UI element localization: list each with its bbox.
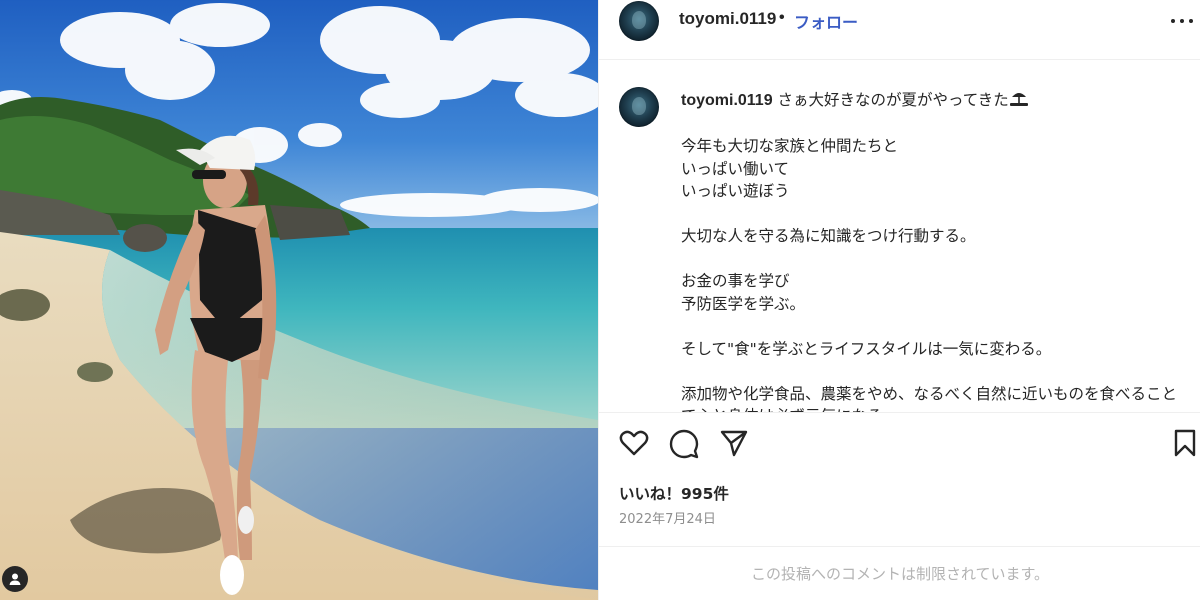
avatar[interactable] bbox=[619, 1, 659, 41]
caption-line: 今年も大切な家族と仲間たちと bbox=[681, 137, 899, 155]
username-link[interactable]: toyomi.0119 bbox=[679, 9, 776, 29]
caption-area: toyomi.0119 さぁ大好きなのが夏がやってきた 今年も大切な家族と仲間た… bbox=[599, 61, 1200, 412]
post-header: toyomi.0119 • フォロー bbox=[599, 0, 1200, 60]
caption-first-line: toyomi.0119 さぁ大好きなのが夏がやってきた bbox=[681, 89, 1191, 113]
follow-button[interactable]: フォロー bbox=[794, 9, 858, 33]
separator-dot: • bbox=[779, 9, 785, 26]
post-date[interactable]: 2022年7月24日 bbox=[619, 508, 716, 527]
caption-avatar[interactable] bbox=[619, 87, 659, 127]
caption-line: いっぱい働いて bbox=[681, 159, 790, 178]
bookmark-icon[interactable] bbox=[1173, 429, 1197, 457]
caption-line: 大切な人を守る為に知識をつけ行動する。 bbox=[681, 227, 976, 245]
post-sidebar: toyomi.0119 • フォロー toyomi.0119 さぁ大好きなのが夏… bbox=[598, 0, 1200, 600]
user-tag-button[interactable] bbox=[2, 566, 28, 592]
user-tag-icon bbox=[9, 573, 21, 585]
caption-line: 添加物や化学食品、農薬をやめ、なるべく自然に近いものを食べることで心と身体は必ず… bbox=[681, 384, 1178, 413]
comments-restricted-notice: この投稿へのコメントは制限されています。 bbox=[599, 546, 1200, 600]
post-photo[interactable] bbox=[0, 0, 598, 600]
beach-photo-illustration bbox=[0, 0, 598, 600]
share-icon[interactable] bbox=[719, 429, 749, 457]
comment-icon[interactable] bbox=[669, 429, 699, 459]
more-icon-dot bbox=[1180, 19, 1184, 23]
caption-line: いっぱい遊ぼう bbox=[681, 182, 790, 200]
caption-first-line-text: さぁ大好きなのが夏がやってきた bbox=[772, 91, 1009, 109]
caption-line: そして"食"を学ぶとライフスタイルは一気に変わる。 bbox=[681, 339, 1052, 358]
caption: toyomi.0119 さぁ大好きなのが夏がやってきた 今年も大切な家族と仲間た… bbox=[681, 89, 1191, 412]
more-icon-dot bbox=[1189, 19, 1193, 23]
beach-umbrella-icon bbox=[1009, 93, 1028, 106]
action-bar bbox=[599, 412, 1200, 472]
caption-line: お金の事を学び bbox=[681, 272, 790, 290]
caption-username[interactable]: toyomi.0119 bbox=[681, 92, 773, 109]
heart-icon[interactable] bbox=[619, 429, 649, 457]
more-icon bbox=[1171, 19, 1175, 23]
caption-line: 予防医学を学ぶ。 bbox=[681, 294, 806, 313]
more-options-button[interactable] bbox=[1171, 14, 1193, 28]
likes-count[interactable]: いいね！995件 bbox=[619, 482, 729, 504]
